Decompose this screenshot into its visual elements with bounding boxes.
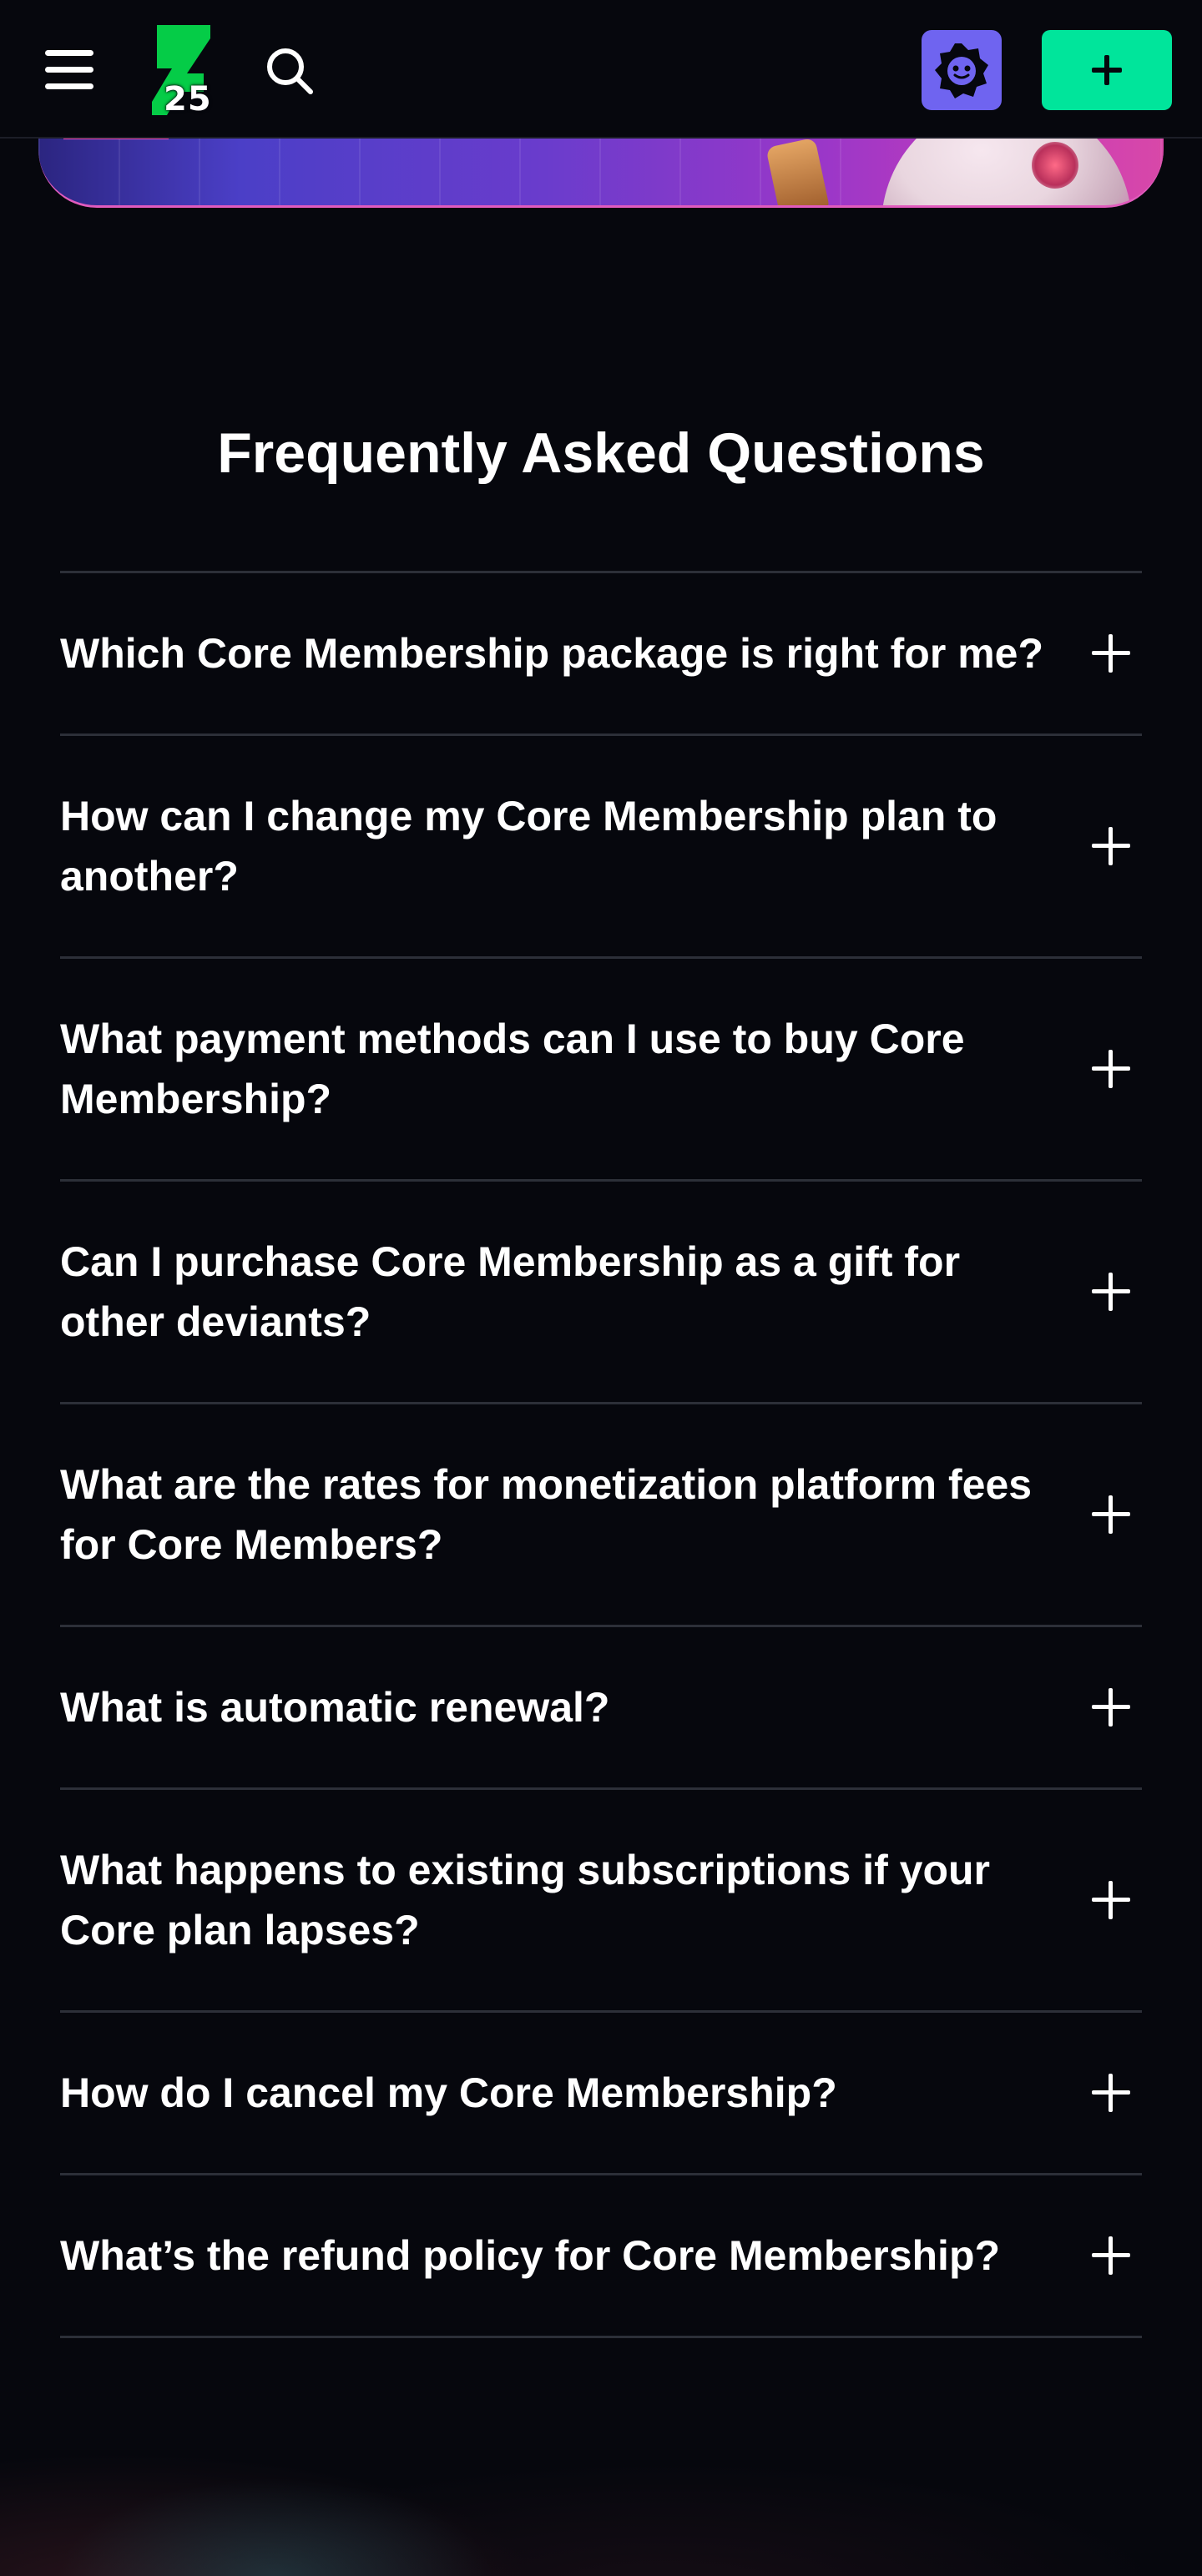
footer-background-artwork	[0, 2453, 1202, 2576]
faq-item[interactable]: How can I change my Core Membership plan…	[60, 736, 1142, 959]
deviantart-logo[interactable]: 25	[147, 22, 220, 118]
hamburger-menu-icon[interactable]	[42, 45, 97, 95]
faq-item[interactable]: How do I cancel my Core Membership?	[60, 2013, 1142, 2175]
faq-question: What happens to existing subscriptions i…	[60, 1847, 990, 1953]
faq-question: What’s the refund policy for Core Member…	[60, 2232, 1001, 2279]
faq-item[interactable]: Can I purchase Core Membership as a gift…	[60, 1182, 1142, 1404]
faq-item[interactable]: What’s the refund policy for Core Member…	[60, 2175, 1142, 2338]
search-icon[interactable]	[262, 43, 317, 98]
expand-plus-icon[interactable]	[1092, 2074, 1130, 2112]
expand-plus-icon[interactable]	[1092, 2236, 1130, 2275]
expand-plus-icon[interactable]	[1092, 1050, 1130, 1088]
expand-plus-icon[interactable]	[1092, 1881, 1130, 1919]
expand-plus-icon[interactable]	[1092, 634, 1130, 673]
expand-plus-icon[interactable]	[1092, 1273, 1130, 1311]
logo-anniversary-badge: 25	[164, 80, 212, 118]
core-membership-button[interactable]	[922, 30, 1002, 110]
faq-question: Which Core Membership package is right f…	[60, 630, 1044, 677]
faq-item[interactable]: Which Core Membership package is right f…	[60, 573, 1142, 736]
create-button[interactable]	[1042, 30, 1172, 110]
faq-question: How do I cancel my Core Membership?	[60, 2069, 837, 2116]
faq-item[interactable]: What are the rates for monetization plat…	[60, 1404, 1142, 1627]
faq-title: Frequently Asked Questions	[217, 421, 985, 485]
faq-item[interactable]: What payment methods can I use to buy Co…	[60, 959, 1142, 1182]
expand-plus-icon[interactable]	[1092, 827, 1130, 865]
expand-plus-icon[interactable]	[1092, 1495, 1130, 1534]
banner-artwork-detail	[1032, 142, 1078, 189]
core-badge-icon	[935, 43, 988, 98]
faq-list: Which Core Membership package is right f…	[60, 571, 1142, 2338]
faq-question: What are the rates for monetization plat…	[60, 1461, 1033, 1568]
faq-question: What payment methods can I use to buy Co…	[60, 1016, 965, 1122]
expand-plus-icon[interactable]	[1092, 1688, 1130, 1727]
plus-icon	[1092, 55, 1122, 85]
faq-item[interactable]: What happens to existing subscriptions i…	[60, 1790, 1142, 2013]
faq-question: Can I purchase Core Membership as a gift…	[60, 1238, 961, 1345]
faq-question: What is automatic renewal?	[60, 1684, 610, 1731]
faq-question: How can I change my Core Membership plan…	[60, 793, 997, 900]
faq-item[interactable]: What is automatic renewal?	[60, 1627, 1142, 1790]
top-navigation-bar: 25	[0, 0, 1202, 139]
